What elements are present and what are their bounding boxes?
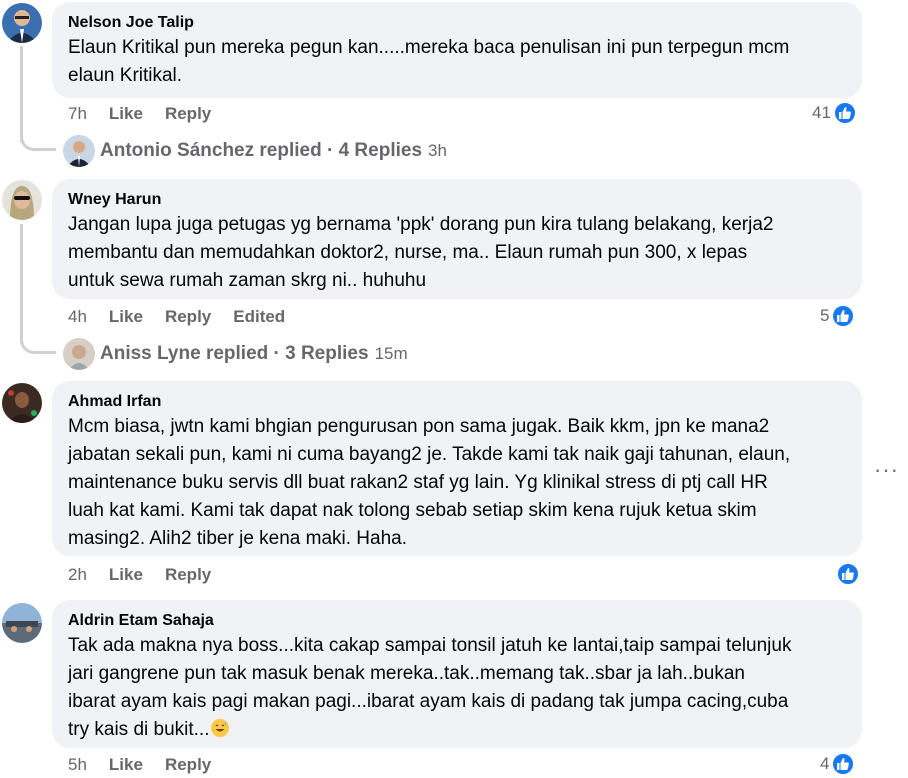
avatar-antonio[interactable]: [63, 135, 95, 167]
edited-label[interactable]: Edited: [233, 307, 285, 327]
comment-bubble: Ahmad Irfan Mcm biasa, jwtn kami bhgian …: [52, 381, 862, 556]
comment-line: maintenance buku servis dll buat rakan2 …: [68, 472, 768, 493]
reaction-count[interactable]: 41: [812, 101, 857, 125]
replies-time: 3h: [428, 141, 447, 160]
comment-author[interactable]: Nelson Joe Talip: [68, 12, 846, 34]
like-count: 41: [812, 103, 831, 122]
like-button[interactable]: Like: [109, 307, 143, 327]
comment-actions: 5h Like Reply: [68, 755, 233, 775]
avatar-aniss[interactable]: [63, 338, 95, 370]
avatar-nelson[interactable]: [2, 3, 42, 43]
avatar-ahmad[interactable]: [2, 383, 42, 423]
comment-line-last: try kais di bukit...: [68, 716, 846, 747]
reply-button[interactable]: Reply: [165, 307, 211, 327]
like-button[interactable]: Like: [109, 755, 143, 775]
avatar-wney[interactable]: [2, 180, 42, 220]
comment-bubble: Aldrin Etam Sahaja Tak ada makna nya bos…: [52, 600, 862, 748]
comment-line: masing2. Alih2 tiber je kena maki. Haha.: [68, 528, 408, 549]
comment-line: luah kat kami. Kami tak dapat nak tolong…: [68, 500, 757, 521]
comment-line: jabatan sekali pun, kami ni cuma bayang2…: [68, 444, 791, 465]
like-thumb-icon: [836, 562, 860, 586]
comment-actions: 2h Like Reply: [68, 565, 233, 585]
reply-button[interactable]: Reply: [165, 565, 211, 585]
like-button[interactable]: Like: [109, 104, 143, 124]
comment-line: try kais di bukit...: [68, 719, 210, 740]
comment-actions: 7h Like Reply: [68, 104, 233, 124]
comment-actions: 4h Like Reply Edited: [68, 307, 307, 327]
comment-line: jari gangrene pun tak masuk benak mereka…: [68, 663, 745, 684]
replies-summary[interactable]: Aniss Lyne replied · 3 Replies: [100, 343, 369, 365]
like-thumb-icon: [831, 752, 856, 776]
replies-summary[interactable]: Antonio Sánchez replied · 4 Replies: [100, 140, 422, 162]
reply-button[interactable]: Reply: [165, 755, 211, 775]
comment-line: membantu dan memudahkan doktor2, nurse, …: [68, 242, 748, 263]
reaction-count[interactable]: 5: [820, 304, 856, 328]
comment-author[interactable]: Ahmad Irfan: [68, 391, 846, 413]
thread-line: [20, 224, 23, 344]
comment-line: Mcm biasa, jwtn kami bhgian pengurusan p…: [68, 416, 770, 437]
comment-line: Elaun Kritikal pun mereka pegun kan.....…: [68, 37, 790, 58]
reaction-count[interactable]: [834, 562, 860, 586]
reaction-count[interactable]: 4: [820, 752, 856, 776]
like-thumb-icon: [832, 101, 857, 125]
like-count: 5: [820, 306, 830, 325]
comment-time[interactable]: 5h: [68, 755, 87, 775]
comment-time[interactable]: 4h: [68, 307, 87, 327]
comment-line: elaun Kritikal.: [68, 65, 183, 86]
comment-line: Jangan lupa juga petugas yg bernama 'ppk…: [68, 214, 774, 235]
thread-connector: [20, 131, 56, 151]
view-replies-link[interactable]: Aniss Lyne replied · 3 Replies 15m: [100, 343, 408, 365]
comment-bubble: Wney Harun Jangan lupa juga petugas yg b…: [52, 179, 862, 299]
like-count: 4: [820, 754, 830, 773]
grinning-sweat-emoji-icon: [210, 718, 230, 747]
comment-line: untuk sewa rumah zaman skrg ni.. huhuhu: [68, 270, 427, 291]
more-options-icon[interactable]: ···: [874, 457, 899, 483]
replies-time: 15m: [374, 344, 408, 363]
like-thumb-icon: [831, 304, 856, 328]
reply-button[interactable]: Reply: [165, 104, 211, 124]
thread-connector: [20, 334, 56, 354]
view-replies-link[interactable]: Antonio Sánchez replied · 4 Replies 3h: [100, 140, 447, 162]
comment-line: ibarat ayam kais pagi makan pagi...ibara…: [68, 691, 789, 712]
comment-line: Tak ada makna nya boss...kita cakap samp…: [68, 635, 792, 656]
thread-line: [20, 46, 23, 142]
comment-author[interactable]: Aldrin Etam Sahaja: [68, 610, 846, 632]
comment-bubble: Nelson Joe Talip Elaun Kritikal pun mere…: [52, 2, 862, 98]
comment-time[interactable]: 7h: [68, 104, 87, 124]
comment-time[interactable]: 2h: [68, 565, 87, 585]
avatar-aldrin[interactable]: [2, 603, 42, 643]
like-button[interactable]: Like: [109, 565, 143, 585]
comment-author[interactable]: Wney Harun: [68, 189, 846, 211]
